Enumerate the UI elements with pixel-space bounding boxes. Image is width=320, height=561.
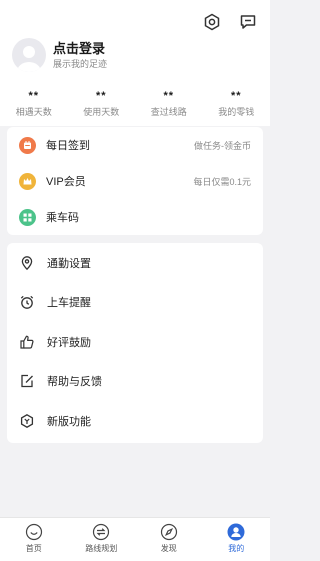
alarm-clock-icon xyxy=(19,294,35,310)
ride-code-item[interactable]: 乘车码 xyxy=(7,199,263,235)
compass-icon xyxy=(160,523,178,541)
login-title[interactable]: 点击登录 xyxy=(53,41,107,57)
stat-value: ** xyxy=(230,90,242,102)
new-features-item[interactable]: 新版功能 xyxy=(7,401,263,441)
daily-signin-item[interactable]: 每日签到 做任务-领金币 xyxy=(7,127,263,163)
message-icon[interactable] xyxy=(238,12,258,32)
vip-hint: 每日仅需0.1元 xyxy=(193,176,251,187)
profile-header: 点击登录 展示我的足迹 ** 相遇天数 ** 使用天数 ** 查过线路 ** 我… xyxy=(0,0,270,126)
login-area[interactable]: 点击登录 展示我的足迹 xyxy=(12,38,107,72)
feedback-edit-icon xyxy=(19,373,35,389)
tab-label: 首页 xyxy=(25,544,42,553)
stat-meet-days[interactable]: ** 相遇天数 xyxy=(0,90,68,118)
help-feedback-label: 帮助与反馈 xyxy=(47,376,102,389)
boarding-reminder-label: 上车提醒 xyxy=(47,297,91,310)
signin-icon xyxy=(19,136,36,154)
help-feedback-item[interactable]: 帮助与反馈 xyxy=(7,362,263,402)
ride-code-icon xyxy=(19,208,36,226)
tab-label: 发现 xyxy=(160,544,177,553)
stat-value: ** xyxy=(163,90,175,102)
thumbs-up-icon xyxy=(19,334,35,350)
tab-route-plan[interactable]: 路线规划 xyxy=(68,518,136,561)
top-icons xyxy=(202,12,258,32)
route-plan-icon xyxy=(92,523,110,541)
tab-mine[interactable]: 我的 xyxy=(203,518,271,561)
commute-settings-item[interactable]: 通勤设置 xyxy=(7,243,263,283)
stat-label: 使用天数 xyxy=(83,107,120,117)
tab-discover[interactable]: 发现 xyxy=(135,518,203,561)
location-pin-icon xyxy=(19,255,35,271)
vip-item[interactable]: VIP会员 每日仅需0.1元 xyxy=(7,163,263,199)
stat-label: 我的零钱 xyxy=(218,107,255,117)
bottom-tab-bar: 首页 路线规划 发现 我的 xyxy=(0,517,270,561)
rate-us-label: 好评鼓励 xyxy=(47,336,91,349)
rate-us-item[interactable]: 好评鼓励 xyxy=(7,322,263,362)
menu-card: 通勤设置 上车提醒 好评鼓励 帮助与反馈 新版功能 xyxy=(7,243,263,443)
vip-label: VIP会员 xyxy=(46,176,86,188)
daily-signin-label: 每日签到 xyxy=(46,140,90,152)
home-smile-icon xyxy=(25,523,43,541)
ride-code-label: 乘车码 xyxy=(46,212,79,224)
new-feature-icon xyxy=(19,413,35,429)
stat-wallet[interactable]: ** 我的零钱 xyxy=(203,90,271,118)
user-icon xyxy=(227,523,245,541)
services-card: 每日签到 做任务-领金币 VIP会员 每日仅需0.1元 乘车码 xyxy=(7,127,263,235)
vip-crown-icon xyxy=(19,172,36,190)
tab-home[interactable]: 首页 xyxy=(0,518,68,561)
stat-value: ** xyxy=(95,90,107,102)
new-features-label: 新版功能 xyxy=(47,415,91,428)
stat-label: 相遇天数 xyxy=(15,107,52,117)
commute-settings-label: 通勤设置 xyxy=(47,257,91,270)
boarding-reminder-item[interactable]: 上车提醒 xyxy=(7,283,263,323)
stat-use-days[interactable]: ** 使用天数 xyxy=(68,90,136,118)
daily-signin-hint: 做任务-领金币 xyxy=(194,140,251,151)
settings-icon[interactable] xyxy=(202,12,222,32)
stats-row: ** 相遇天数 ** 使用天数 ** 查过线路 ** 我的零钱 xyxy=(0,90,270,118)
stat-value: ** xyxy=(28,90,40,102)
tab-label: 路线规划 xyxy=(85,544,118,553)
avatar[interactable] xyxy=(12,38,46,72)
stat-lines-checked[interactable]: ** 查过线路 xyxy=(135,90,203,118)
tab-label: 我的 xyxy=(228,544,245,553)
login-subtitle: 展示我的足迹 xyxy=(53,58,108,69)
stat-label: 查过线路 xyxy=(150,107,187,117)
